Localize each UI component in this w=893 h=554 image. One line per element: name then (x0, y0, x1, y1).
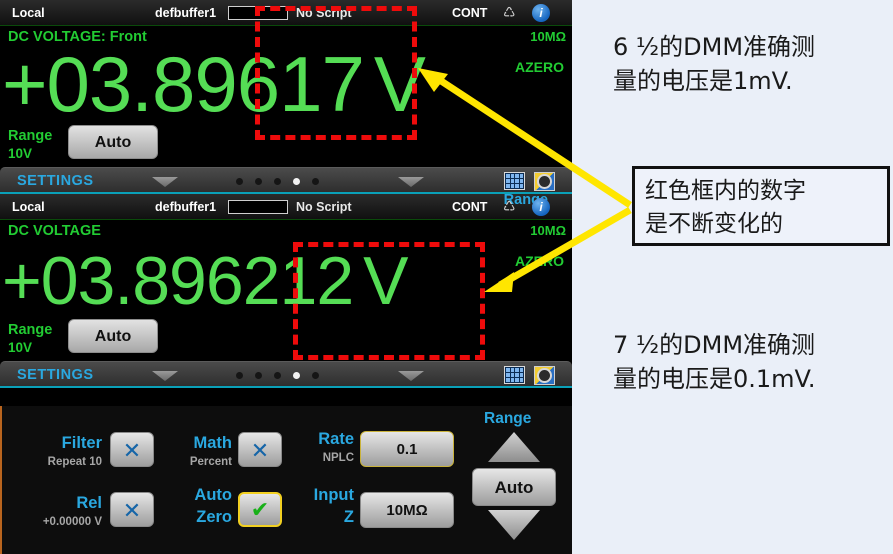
triangle-up-icon[interactable] (488, 432, 540, 462)
page-dot[interactable] (274, 178, 281, 185)
measurement-unit-top: V (373, 40, 426, 128)
chevron-down-icon-right-top[interactable] (398, 177, 424, 187)
annotation-top-line1: 6 ½的DMM准确测 (613, 33, 816, 61)
input-z-value-button[interactable]: 10MΩ (360, 492, 454, 528)
range-group-title: Range (484, 410, 532, 427)
refresh-icon: ♺ (503, 4, 516, 20)
settings-bar-bottom[interactable]: SETTINGS (0, 361, 572, 388)
math-label: Math (193, 434, 233, 452)
buffer-fill-indicator (228, 6, 288, 20)
gear-icon-top[interactable] (534, 172, 555, 191)
status-script-label[interactable]: No Script (296, 6, 352, 20)
dmm-panel-top: Local defbuffer1 No Script CONT ♺ i DC V… (0, 0, 572, 194)
gear-icon-bottom[interactable] (534, 366, 555, 385)
rel-sublabel: +0.00000 V (42, 516, 102, 528)
math-toggle-button[interactable]: ✕ (238, 432, 282, 467)
reading-area-top: DC VOLTAGE: Front 10MΩ AZERO +03.89617 V … (0, 26, 572, 167)
page-dot[interactable] (255, 372, 262, 379)
annotation-note-boxed: 红色框内的数字 是不断变化的 (632, 166, 890, 246)
grid-view-icon-top[interactable] (504, 172, 525, 190)
annotation-boxed-line1: 红色框内的数字 (645, 178, 806, 204)
input-z-label-line1: Input (313, 486, 354, 504)
annotation-note-bottom: 7 ½的DMM准确测 量的电压是0.1mV. (613, 328, 888, 396)
reading-area-bottom: DC VOLTAGE 10MΩ AZERO +03.896212 V Range … (0, 220, 572, 361)
filter-toggle-button[interactable]: ✕ (110, 432, 154, 467)
measurement-value-top: +03.89617 (2, 40, 365, 128)
rel-toggle-button[interactable]: ✕ (110, 492, 154, 527)
annotation-note-top: 6 ½的DMM准确测 量的电压是1mV. (613, 30, 888, 98)
status-bar-bottom: Range Local defbuffer1 No Script CONT ♺ … (0, 192, 572, 220)
page-dot[interactable] (236, 372, 243, 379)
auto-zero-label-line2: Zero (196, 508, 232, 526)
range-control-group: Range Auto (472, 410, 568, 550)
filter-sublabel: Repeat 10 (47, 456, 102, 468)
range-block-top: Range 10V (8, 128, 52, 161)
page-dot[interactable] (255, 178, 262, 185)
page-dot-active[interactable] (293, 178, 300, 185)
instrument-display-column: Local defbuffer1 No Script CONT ♺ i DC V… (0, 0, 572, 554)
measurement-control-panel: Filter Repeat 10 ✕ Math Percent ✕ Rate N… (0, 406, 572, 554)
status-bar-top: Local defbuffer1 No Script CONT ♺ i (0, 0, 572, 26)
azero-label-bottom: AZERO (515, 253, 564, 269)
triangle-down-icon[interactable] (488, 510, 540, 540)
measurement-reading-top: +03.89617 V (2, 39, 426, 130)
range-auto-button-top[interactable]: Auto (68, 125, 158, 159)
chevron-down-icon-right-bottom[interactable] (398, 371, 424, 381)
status-buffer-label[interactable]: defbuffer1 (155, 200, 216, 214)
status-cont-label: CONT (452, 6, 488, 20)
impedance-label-bottom: 10MΩ (530, 223, 566, 238)
function-label-bottom: DC VOLTAGE (8, 223, 101, 239)
rel-label: Rel (76, 494, 102, 512)
annotation-boxed-line2: 是不断变化的 (645, 211, 783, 237)
range-value-bottom: 10V (8, 340, 33, 355)
rate-value-button[interactable]: 0.1 (360, 431, 454, 467)
azero-label-top: AZERO (515, 59, 564, 75)
info-icon[interactable]: i (532, 4, 550, 22)
input-z-label-line2: Z (343, 508, 354, 526)
range-title-top: Range (8, 128, 53, 144)
status-buffer-label[interactable]: defbuffer1 (155, 6, 216, 20)
settings-label-bottom: SETTINGS (17, 367, 94, 383)
dmm-panel-bottom: Range Local defbuffer1 No Script CONT ♺ … (0, 192, 572, 406)
annotation-bottom-line1: 7 ½的DMM准确测 (613, 331, 816, 359)
range-value-top: 10V (8, 146, 33, 161)
rate-label: Rate (318, 430, 354, 448)
filter-label: Filter (61, 434, 102, 452)
range-auto-button[interactable]: Auto (472, 468, 556, 506)
page-dot-active[interactable] (293, 372, 300, 379)
measurement-value-bottom: +03.896212 (2, 243, 354, 319)
measurement-unit-bottom: V (363, 243, 408, 319)
annotation-bottom-line2: 量的电压是0.1mV. (613, 365, 816, 393)
status-script-label[interactable]: No Script (296, 200, 352, 214)
buffer-fill-indicator (228, 200, 288, 214)
status-cont-label: CONT (452, 200, 488, 214)
grid-view-icon-bottom[interactable] (504, 366, 525, 384)
refresh-icon: ♺ (503, 198, 516, 214)
rate-sublabel: NPLC (322, 452, 354, 464)
range-auto-button-bottom[interactable]: Auto (68, 319, 158, 353)
status-local-label[interactable]: Local (12, 200, 45, 214)
info-icon[interactable]: i (532, 198, 550, 216)
chevron-down-icon-left-top[interactable] (152, 177, 178, 187)
settings-bar-top[interactable]: SETTINGS (0, 167, 572, 194)
range-block-bottom: Range 10V (8, 322, 52, 355)
chevron-down-icon-left-bottom[interactable] (152, 371, 178, 381)
measurement-reading-bottom: +03.896212 V (2, 242, 409, 320)
settings-label-top: SETTINGS (17, 173, 94, 189)
page-dot[interactable] (274, 372, 281, 379)
status-local-label[interactable]: Local (12, 6, 45, 20)
range-title-bottom: Range (8, 322, 53, 338)
page-dot[interactable] (312, 372, 319, 379)
page-dots-top (236, 178, 319, 185)
page-dot[interactable] (312, 178, 319, 185)
auto-zero-label-line1: Auto (194, 486, 232, 504)
math-sublabel: Percent (189, 456, 232, 468)
page-dots-bottom (236, 372, 319, 379)
impedance-label-top: 10MΩ (530, 29, 566, 44)
annotation-top-line2: 量的电压是1mV. (613, 67, 793, 95)
page-dot[interactable] (236, 178, 243, 185)
